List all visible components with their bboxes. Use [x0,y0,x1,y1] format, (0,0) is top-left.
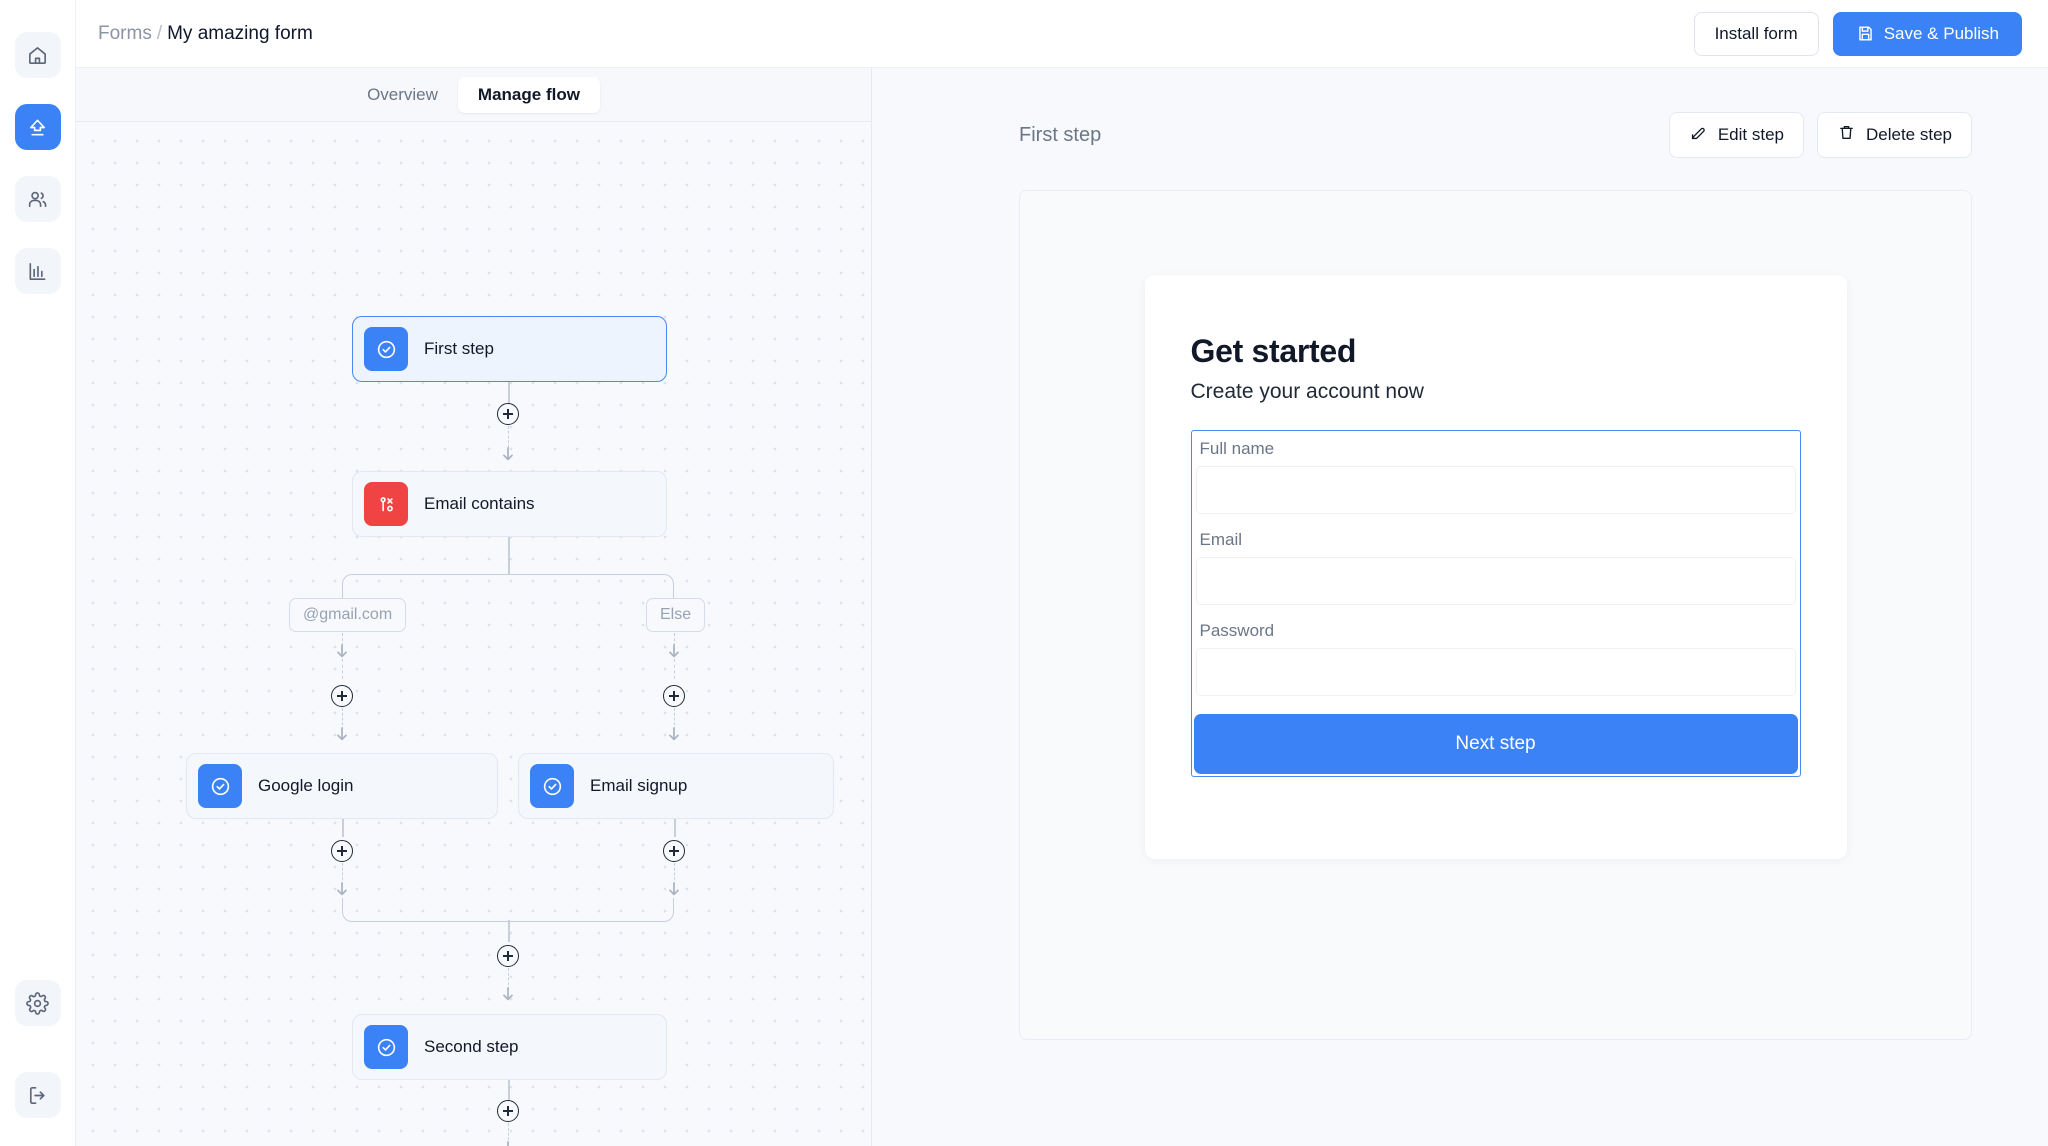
form-preview-card: Get started Create your account now Full… [1145,275,1847,859]
publish-icon [26,116,49,139]
branch-condition-icon [364,482,408,526]
analytics-icon [26,260,49,283]
add-step-button-3[interactable] [663,685,685,707]
full-name-input[interactable] [1196,466,1796,514]
app-root: Forms/My amazing form Install form Save … [0,0,2048,1146]
add-step-button-5[interactable] [663,840,685,862]
field-label: Password [1196,621,1796,641]
logout-icon [26,1084,49,1107]
check-circle-icon [530,764,574,808]
tab-overview[interactable]: Overview [347,77,458,113]
flow-connector [674,659,675,679]
sidebar-item-settings[interactable] [15,980,61,1026]
flow-node-label: Second step [424,1037,519,1057]
flow-node-label: First step [424,339,494,359]
email-input[interactable] [1196,557,1796,605]
flow-connector [508,426,509,448]
flow-arrow [335,882,349,896]
sidebar-item-people[interactable] [15,176,61,222]
edit-step-label: Edit step [1718,125,1784,145]
flow-merge-bracket [342,898,674,922]
form-field-email: Email [1194,530,1798,605]
edit-icon [1689,123,1708,147]
install-form-button[interactable]: Install form [1694,12,1819,56]
sidebar-item-home[interactable] [15,32,61,78]
branch-label-else[interactable]: Else [646,598,705,632]
form-subheading: Create your account now [1191,380,1801,404]
install-form-label: Install form [1715,24,1798,44]
flow-canvas[interactable]: First step [76,122,871,1146]
sidebar-item-publish[interactable] [15,104,61,150]
left-rail [0,0,76,1146]
flow-connector [342,659,343,679]
save-icon [1856,24,1875,43]
delete-step-label: Delete step [1866,125,1952,145]
check-circle-icon [364,327,408,371]
password-input[interactable] [1196,648,1796,696]
flow-arrow [501,1141,515,1146]
flow-connector [342,819,344,837]
flow-arrow [501,987,515,1001]
breadcrumb-current: My amazing form [167,23,313,44]
flow-connector [674,819,676,837]
add-step-button-1[interactable] [497,403,519,425]
form-field-full-name: Full name [1194,439,1798,514]
flow-node-email-contains[interactable]: Email contains [352,471,667,537]
preview-panel: First step Edit step Delete step [872,68,2048,1146]
field-label: Full name [1196,439,1796,459]
breadcrumb-root[interactable]: Forms [98,23,152,44]
delete-step-button[interactable]: Delete step [1817,112,1972,158]
flow-node-label: Google login [258,776,353,796]
flow-connector [508,537,510,575]
flow-arrow [335,727,349,741]
flow-arrow [335,644,349,658]
flow-node-label: Email signup [590,776,687,796]
flow-node-google-login[interactable]: Google login [186,753,498,819]
check-circle-icon [364,1025,408,1069]
flow-arrow [667,644,681,658]
form-preview-stage: Get started Create your account now Full… [1019,190,1972,1040]
flow-node-second-step[interactable]: Second step [352,1014,667,1080]
flow-node-first-step[interactable]: First step [352,316,667,382]
main-column: Forms/My amazing form Install form Save … [76,0,2048,1146]
field-label: Email [1196,530,1796,550]
sidebar-item-logout[interactable] [15,1072,61,1118]
tab-manage-flow[interactable]: Manage flow [458,77,600,113]
page-title: First step [1019,124,1101,147]
add-step-button-2[interactable] [331,685,353,707]
sidebar-item-analytics[interactable] [15,248,61,294]
home-icon [26,44,49,67]
flow-arrow [667,727,681,741]
save-publish-button[interactable]: Save & Publish [1833,12,2022,56]
people-icon [26,188,49,211]
gear-icon [26,992,49,1015]
add-step-button-6[interactable] [497,945,519,967]
content-area: Overview Manage flow First step [76,68,2048,1146]
save-publish-label: Save & Publish [1884,24,1999,44]
flow-canvas-inner: First step [76,122,871,1146]
flow-connector [508,1080,510,1102]
top-bar: Forms/My amazing form Install form Save … [76,0,2048,68]
flow-node-email-signup[interactable]: Email signup [518,753,834,819]
form-field-password: Password [1194,621,1798,696]
flow-column: Overview Manage flow First step [76,68,872,1146]
add-step-button-7[interactable] [497,1100,519,1122]
flow-connector [508,920,510,942]
edit-step-button[interactable]: Edit step [1669,112,1804,158]
trash-icon [1837,123,1856,147]
form-fields-group[interactable]: Full name Email Password Nex [1191,430,1801,777]
flow-split-bracket [342,574,674,598]
form-heading: Get started [1191,333,1801,370]
next-step-button[interactable]: Next step [1194,714,1798,774]
add-step-button-4[interactable] [331,840,353,862]
check-circle-icon [198,764,242,808]
flow-arrow [501,447,515,461]
tab-bar: Overview Manage flow [76,68,871,122]
branch-label-gmail[interactable]: @gmail.com [289,598,406,632]
flow-arrow [667,882,681,896]
preview-header: First step Edit step Delete step [1019,112,1972,158]
breadcrumb: Forms/My amazing form [98,23,313,45]
breadcrumb-separator: / [157,23,162,44]
flow-node-label: Email contains [424,494,535,514]
